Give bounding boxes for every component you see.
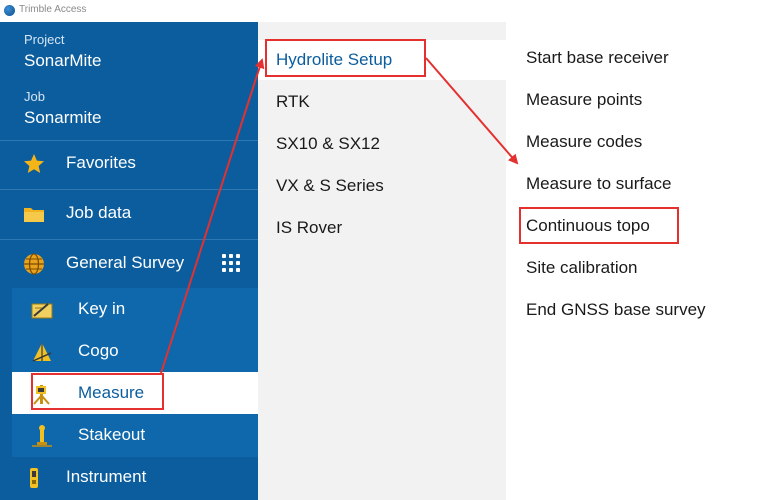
key-in-icon (31, 303, 53, 319)
sidebar-item-label: Key in (78, 299, 126, 318)
menu-item-label: End GNSS base survey (526, 300, 706, 319)
globe-icon (24, 253, 44, 275)
menu-item-label: Measure to surface (526, 174, 672, 193)
menu-item-end-gnss-base-survey[interactable]: End GNSS base survey (506, 292, 761, 332)
menu-item-sx10-sx12[interactable]: SX10 & SX12 (258, 124, 506, 164)
divider (0, 140, 258, 141)
menu-item-measure-points[interactable]: Measure points (506, 82, 761, 122)
divider (0, 189, 258, 190)
project-name[interactable]: SonarMite (24, 51, 101, 71)
trimble-logo-icon (4, 5, 15, 16)
menu-item-label: IS Rover (276, 218, 343, 237)
job-name[interactable]: Sonarmite (24, 108, 101, 128)
menu-item-measure-to-surface[interactable]: Measure to surface (506, 166, 761, 206)
measure-actions-menu: Start base receiver Measure points Measu… (506, 22, 761, 500)
sidebar-item-measure[interactable]: Measure (12, 372, 258, 415)
app-title: Trimble Access (19, 4, 87, 15)
menu-item-label: Start base receiver (526, 48, 669, 67)
sidebar-item-label: Cogo (78, 341, 119, 360)
grid-menu-icon[interactable] (222, 254, 240, 272)
menu-item-label: Site calibration (526, 258, 638, 277)
menu-item-continuous-topo[interactable]: Continuous topo (506, 208, 761, 248)
sidebar-item-favorites[interactable]: Favorites (0, 142, 258, 185)
menu-item-start-base-receiver[interactable]: Start base receiver (506, 40, 761, 80)
menu-item-label: RTK (276, 92, 310, 111)
instrument-icon (30, 468, 38, 488)
menu-item-is-rover[interactable]: IS Rover (258, 208, 506, 248)
menu-item-label: Measure codes (526, 132, 643, 151)
sidebar-item-label: Measure (78, 383, 145, 402)
divider (0, 239, 258, 240)
job-label: Job (24, 89, 45, 104)
sidebar-item-general-survey[interactable]: General Survey (0, 242, 258, 285)
menu-item-label: Hydrolite Setup (276, 50, 393, 69)
sidebar-item-cogo[interactable]: Cogo (12, 330, 258, 373)
sidebar: Project SonarMite Job Sonarmite Favorite… (0, 22, 258, 500)
sidebar-item-label: Instrument (66, 467, 147, 486)
menu-item-site-calibration[interactable]: Site calibration (506, 250, 761, 290)
menu-item-label: Measure points (526, 90, 643, 109)
sidebar-item-stakeout[interactable]: Stakeout (12, 414, 258, 457)
sidebar-item-label: Job data (66, 203, 132, 222)
menu-item-hydrolite-setup[interactable]: Hydrolite Setup (258, 40, 506, 80)
menu-item-measure-codes[interactable]: Measure codes (506, 124, 761, 164)
sidebar-item-label: Favorites (66, 153, 136, 172)
menu-item-vx-s-series[interactable]: VX & S Series (258, 166, 506, 206)
survey-styles-menu: Hydrolite Setup RTK SX10 & SX12 VX & S S… (258, 22, 506, 500)
title-bar: Trimble Access (0, 0, 761, 22)
project-label: Project (24, 32, 65, 47)
menu-item-label: SX10 & SX12 (276, 134, 380, 153)
measure-icon (33, 385, 50, 405)
sidebar-item-key-in[interactable]: Key in (12, 288, 258, 331)
sidebar-item-instrument[interactable]: Instrument (0, 456, 258, 499)
menu-item-label: VX & S Series (276, 176, 384, 195)
sidebar-item-label: Stakeout (78, 425, 146, 444)
star-icon (24, 154, 44, 173)
cogo-icon (32, 343, 52, 362)
stakeout-icon (32, 425, 52, 447)
sidebar-item-label: General Survey (66, 253, 185, 272)
sidebar-item-job-data[interactable]: Job data (0, 192, 258, 235)
menu-item-rtk[interactable]: RTK (258, 82, 506, 122)
menu-item-label: Continuous topo (526, 216, 650, 235)
folder-icon (24, 208, 44, 222)
